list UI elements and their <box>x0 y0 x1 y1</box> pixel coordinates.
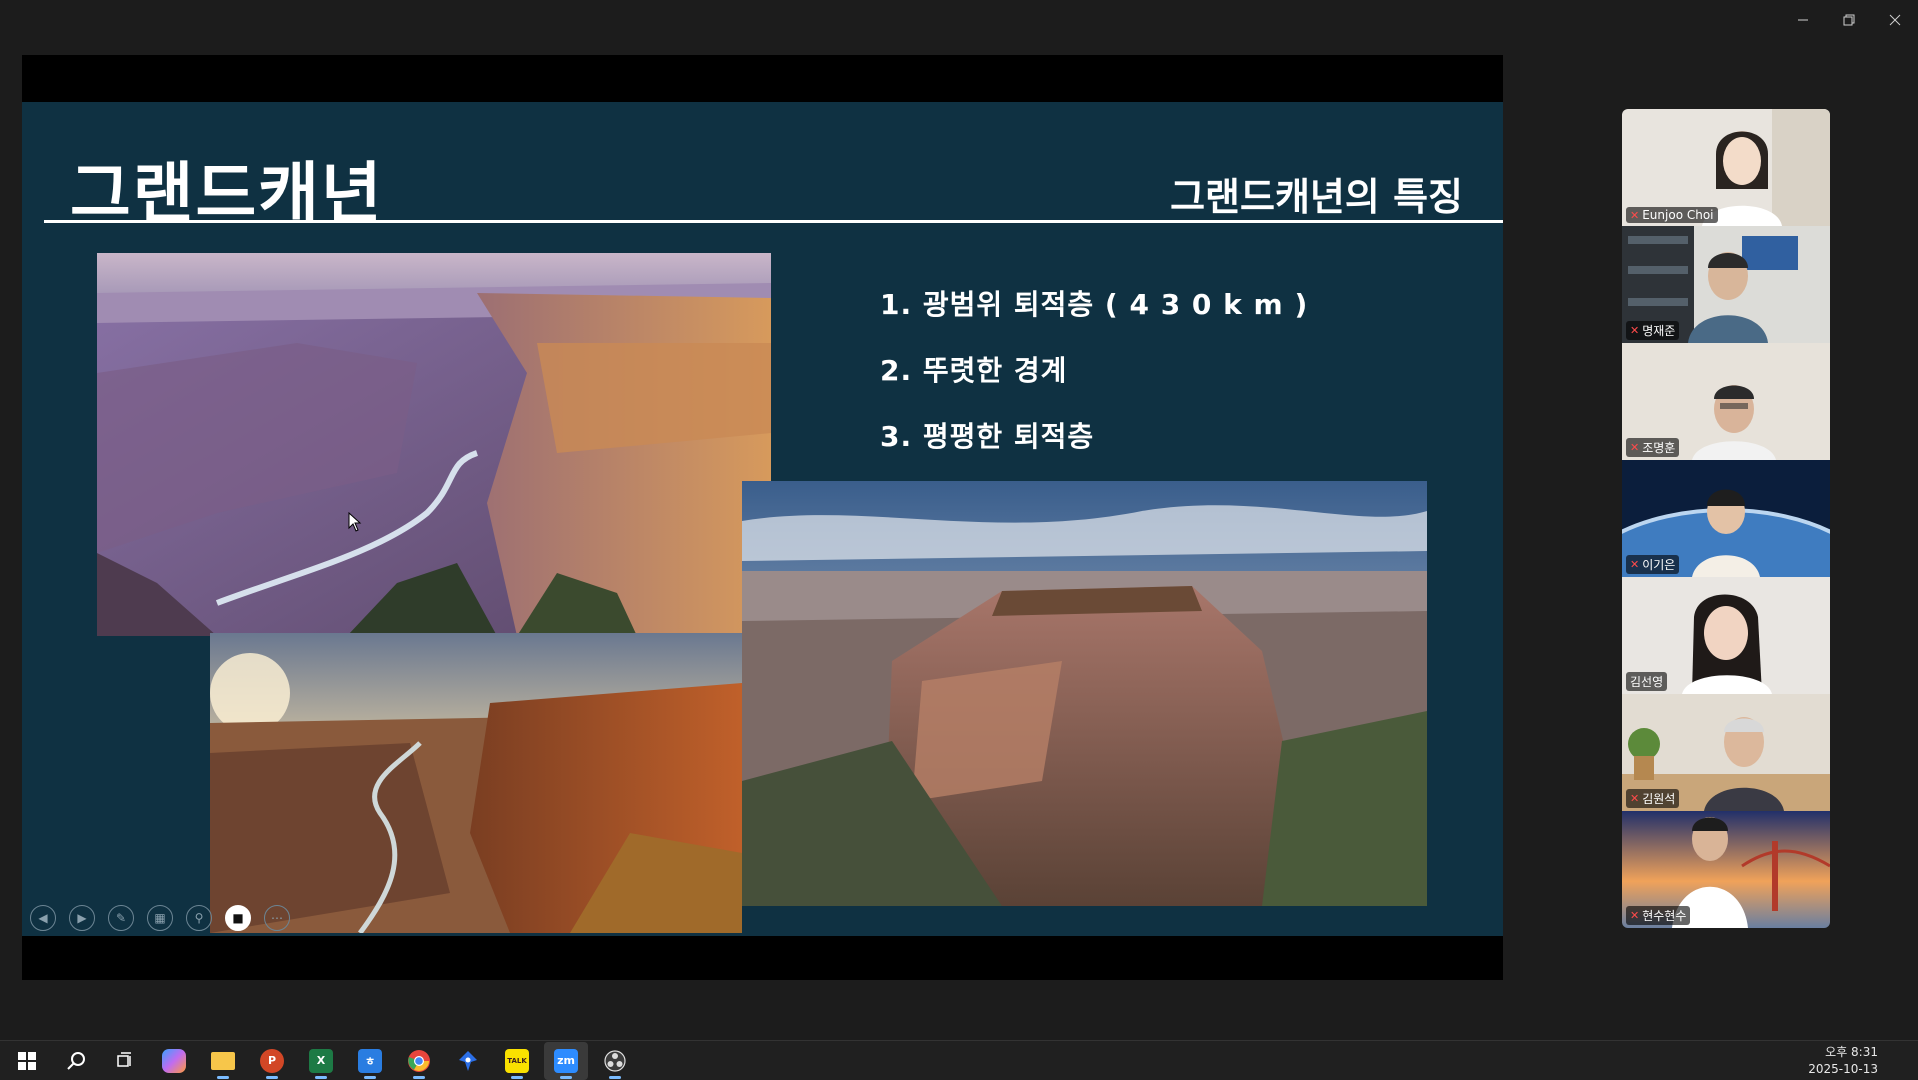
zoom-button[interactable]: ⚲ <box>186 905 212 931</box>
chrome-icon <box>408 1049 430 1072</box>
powerpoint-icon: P <box>260 1048 284 1073</box>
task-view-button[interactable] <box>103 1042 147 1080</box>
folder-icon <box>211 1051 235 1070</box>
windows-taskbar: P X ㅎ TALK zm 오후 8:31 2025-10-13 <box>0 1040 1918 1080</box>
task-view-icon <box>117 1051 131 1067</box>
participant-tile[interactable]: ✕ 현수현수 <box>1622 811 1830 928</box>
participant-name: 조명훈 <box>1642 441 1676 455</box>
presentation-slide: 그랜드캐년 그랜드캐년의 특징 1. 광범위 퇴적층 ( 4 3 0 k m )… <box>22 102 1503 936</box>
restore-icon <box>1843 14 1855 26</box>
start-button[interactable] <box>5 1042 49 1080</box>
participant-tile[interactable]: ✕ Eunjoo Choi <box>1622 109 1830 226</box>
mic-muted-icon: ✕ <box>1630 208 1640 222</box>
zoom-icon: zm <box>554 1048 578 1073</box>
canyon-photo-river <box>97 253 771 636</box>
participant-name-tag: ✕ Eunjoo Choi <box>1626 207 1718 223</box>
participant-tile[interactable]: ✕ 이기은 <box>1622 460 1830 577</box>
mic-muted-icon: ✕ <box>1630 558 1640 571</box>
participant-name: Eunjoo Choi <box>1642 208 1714 222</box>
hangul-icon: ㅎ <box>358 1048 382 1073</box>
feature-item: 3. 평평한 퇴적층 <box>880 420 1095 453</box>
more-options-button[interactable]: ⋯ <box>264 905 290 931</box>
all-slides-button[interactable]: ▦ <box>147 905 173 931</box>
participant-tile-active-speaker[interactable]: 김선영 <box>1622 577 1830 694</box>
title-divider <box>44 220 1503 223</box>
minimize-icon <box>1798 19 1808 21</box>
more-options-icon: ⋯ <box>271 911 283 925</box>
file-explorer-app[interactable] <box>201 1042 245 1080</box>
slide-subtitle: 그랜드캐년의 특징 <box>1170 175 1463 219</box>
next-slide-icon: ▶ <box>77 911 87 925</box>
feature-item: 1. 광범위 퇴적층 ( 4 3 0 k m ) <box>880 288 1309 321</box>
kakaotalk-app[interactable]: TALK <box>495 1042 539 1080</box>
zoom-app[interactable]: zm <box>544 1041 588 1080</box>
copilot-app[interactable] <box>152 1042 196 1080</box>
mic-muted-icon: ✕ <box>1630 909 1640 922</box>
shared-screen: 그랜드캐년 그랜드캐년의 특징 1. 광범위 퇴적층 ( 4 3 0 k m )… <box>22 55 1503 980</box>
next-slide-button[interactable]: ▶ <box>69 905 95 931</box>
obs-icon <box>604 1049 626 1072</box>
zoom-window: 그랜드캐년 그랜드캐년의 특징 1. 광범위 퇴적층 ( 4 3 0 k m )… <box>0 0 1918 1040</box>
canyon-photo-butte <box>742 481 1427 906</box>
participant-tile[interactable]: ✕ 명재준 <box>1622 226 1830 343</box>
clock-date: 2025-10-13 <box>1808 1062 1878 1076</box>
excel-app[interactable]: X <box>299 1042 343 1080</box>
kakaotalk-icon: TALK <box>505 1048 529 1073</box>
slide-control-toolbar: ◀ ▶ ✎ ▦ ⚲ ■ ⋯ <box>30 905 290 931</box>
participant-name-tag: ✕ 명재준 <box>1626 321 1680 340</box>
participant-name-tag: ✕ 조명훈 <box>1626 438 1680 457</box>
previous-slide-icon: ◀ <box>38 911 48 925</box>
search-icon <box>67 1051 85 1070</box>
pen-icon: ✎ <box>115 911 127 925</box>
close-button[interactable] <box>1872 0 1918 40</box>
participant-name: 김선영 <box>1630 675 1664 689</box>
excel-icon: X <box>309 1048 333 1073</box>
pin-app[interactable] <box>446 1042 490 1080</box>
participant-name-tag: 김선영 <box>1626 672 1668 691</box>
participant-name-tag: ✕ 이기은 <box>1626 555 1680 574</box>
participant-name: 이기은 <box>1642 558 1676 572</box>
feature-item: 2. 뚜렷한 경계 <box>880 354 1068 387</box>
participant-tile[interactable]: ✕ 조명훈 <box>1622 343 1830 460</box>
windows-logo-icon <box>18 1051 36 1070</box>
camera-icon: ■ <box>232 911 244 925</box>
search-button[interactable] <box>54 1042 98 1080</box>
participant-name: 김원석 <box>1642 792 1676 806</box>
clock-time: 오후 8:31 <box>1825 1045 1878 1059</box>
participant-name: 현수현수 <box>1642 909 1687 923</box>
window-controls <box>1780 0 1918 40</box>
mouse-pointer-icon <box>348 512 362 532</box>
zoom-icon: ⚲ <box>194 911 204 925</box>
participant-gallery: ✕ Eunjoo Choi ✕ 명재준 ✕ 조명훈 ✕ 이기은 김선영 ✕ 김원… <box>1622 109 1830 928</box>
participant-name: 명재준 <box>1642 324 1676 338</box>
previous-slide-button[interactable]: ◀ <box>30 905 56 931</box>
participant-name-tag: ✕ 현수현수 <box>1626 906 1691 925</box>
feature-list: 1. 광범위 퇴적층 ( 4 3 0 k m ) 2. 뚜렷한 경계 3. 평평… <box>880 272 1308 470</box>
powerpoint-app[interactable]: P <box>250 1042 294 1080</box>
mic-muted-icon: ✕ <box>1630 441 1640 454</box>
pen-button[interactable]: ✎ <box>108 905 134 931</box>
camera-button[interactable]: ■ <box>225 905 251 931</box>
minimize-button[interactable] <box>1780 0 1826 40</box>
participant-name-tag: ✕ 김원석 <box>1626 789 1680 808</box>
hangul-app[interactable]: ㅎ <box>348 1042 392 1080</box>
close-icon <box>1889 14 1901 26</box>
restore-button[interactable] <box>1826 0 1872 40</box>
copilot-icon <box>162 1048 186 1073</box>
obs-app[interactable] <box>593 1042 637 1080</box>
canyon-photo-sunset <box>210 633 742 933</box>
mic-muted-icon: ✕ <box>1630 324 1640 337</box>
all-slides-icon: ▦ <box>154 911 166 925</box>
participant-tile[interactable]: ✕ 김원석 <box>1622 694 1830 811</box>
pin-icon <box>459 1050 477 1071</box>
chrome-app[interactable] <box>397 1042 441 1080</box>
mic-muted-icon: ✕ <box>1630 792 1640 805</box>
system-clock[interactable]: 오후 8:31 2025-10-13 <box>1808 1044 1878 1078</box>
